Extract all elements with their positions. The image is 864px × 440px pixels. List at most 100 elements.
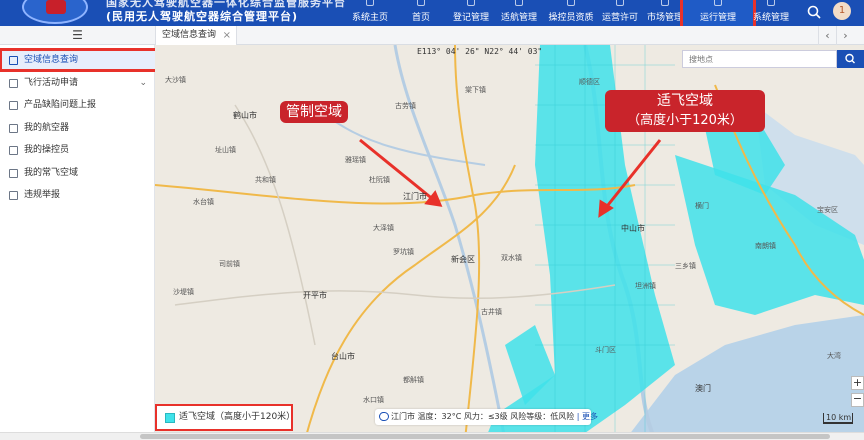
search-icon[interactable] [806,4,822,20]
weather-city: 江门市 [391,412,415,421]
platform-logo [22,0,88,24]
tab-scroll-left-icon[interactable]: ‹ [818,26,836,45]
place-label: 大泽镇 [373,224,394,232]
pilot-icon [9,146,18,155]
airworthiness-icon [515,0,523,6]
sidebar-item-violation-report[interactable]: 违规举报 [0,184,155,206]
close-icon[interactable]: × [223,26,231,45]
nav-label: 运行管理 [699,13,736,23]
nav-label: 登记管理 [452,13,489,23]
weather-bar: 江门市 温度：32°C 风力：≤3级 风险等级：低风险 | 更多 [375,409,598,425]
report-icon [9,101,18,110]
place-label: 澳门 [695,384,711,393]
nav-operation-license[interactable]: 运营许可 [598,0,642,26]
nav-market[interactable]: 市场管理 [645,0,685,26]
sidebar-item-defect-report[interactable]: 产品缺陷问题上报 [0,94,155,116]
map-search-box [682,50,837,68]
sidebar: 空域信息查询 飞行活动申请 ⌄ 产品缺陷问题上报 我的航空器 我的操控员 我的常… [0,45,171,440]
sidebar-item-label: 我的操控员 [24,145,70,155]
place-label: 南朗镇 [755,242,776,250]
qualification-icon [567,0,575,6]
zoom-out-button[interactable]: − [851,393,864,407]
place-label: 址山镇 [215,146,236,154]
sidebar-item-label: 我的航空器 [24,123,70,133]
nav-label: 运营许可 [601,13,638,23]
nav-airworthiness[interactable]: 适航管理 [496,0,542,26]
callout-suitable-airspace: 适飞空域 （高度小于120米） [605,90,765,132]
place-label: 水口镇 [363,396,384,404]
place-label: 斗门区 [595,346,616,354]
weather-more-link[interactable]: | 更多 [577,412,598,421]
nav-registration[interactable]: 登记管理 [447,0,495,26]
highway [304,164,516,440]
sidebar-item-my-airspace[interactable]: 我的常飞空域 [0,162,155,184]
nav-label: 适航管理 [500,13,537,23]
callout-controlled-airspace: 管制空域 [280,101,348,123]
nav-operation[interactable]: 运行管理 [680,0,756,29]
platform-subtitle: (民用无人驾驶航空器综合管理平台) [106,10,299,23]
nav-label: 系统管理 [752,13,789,23]
nav-label: 首页 [411,13,430,23]
place-label: 双水镇 [501,254,522,262]
place-label: 古劳镇 [395,102,416,110]
app-window: 国家无人驾驶航空器一体化综合监管服务平台 (民用无人驾驶航空器综合管理平台) 系… [0,0,864,440]
top-header: 国家无人驾驶航空器一体化综合监管服务平台 (民用无人驾驶航空器综合管理平台) 系… [0,0,864,29]
place-label: 水台镇 [193,198,214,206]
place-label: 鹤山市 [233,111,257,120]
place-label: 新会区 [451,255,475,264]
scale-bar: 10 km [823,413,853,424]
map-canvas[interactable]: E113° 04' 26" N22° 44' 03" 江门市 鹤山市 新会区 开… [155,45,864,440]
place-label: 古井镇 [481,308,502,316]
place-label: 台山市 [331,352,355,361]
horizontal-scrollbar[interactable] [0,432,864,440]
home-icon [366,0,374,6]
sidebar-item-airspace-query[interactable]: 空域信息查询 [0,48,171,72]
user-avatar[interactable]: 1 [833,2,851,20]
weather-wind: 风力：≤3级 [463,412,508,421]
sidebar-item-label: 空域信息查询 [24,55,79,65]
menu-toggle-icon[interactable]: ☰ [0,26,155,45]
legend-label: 适飞空域（高度小于120米） [179,412,296,422]
place-label: 共和镇 [255,176,276,184]
nav-system-admin[interactable]: 系统管理 [752,0,790,26]
operation-icon [714,0,722,6]
nav-system-home[interactable]: 系统主页 [345,0,395,26]
zoom-in-button[interactable]: + [851,376,864,390]
coordinate-readout: E113° 04' 26" N22° 44' 03" [417,47,543,56]
tab-airspace-query[interactable]: 空域信息查询 × [155,26,238,45]
map-legend: 适飞空域（高度小于120米） [155,404,296,431]
place-label: 横门 [695,202,709,210]
place-label: 都斛镇 [403,376,424,384]
place-label: 沙堤镇 [173,288,194,296]
place-label: 大沙镇 [165,76,186,84]
nav-label: 市场管理 [646,13,683,23]
place-label: 杜阮镇 [369,176,390,184]
sidebar-item-label: 我的常飞空域 [24,168,79,178]
nav-home[interactable]: 首页 [403,0,439,26]
sidebar-item-my-pilots[interactable]: 我的操控员 [0,139,155,161]
license-icon [616,0,624,6]
document-icon [9,79,18,88]
map-search-button[interactable] [837,50,864,68]
nav-label: 系统主页 [351,13,388,23]
registration-icon [467,0,475,6]
weather-temp: 温度：32°C [417,412,462,421]
place-label: 三乡镇 [675,262,696,270]
place-label: 宝安区 [817,206,838,214]
place-label: 中山市 [621,224,645,233]
place-label: 大湾 [827,352,841,360]
search-icon [845,53,855,64]
nav-pilot-qualification[interactable]: 操控员资质 [545,0,597,26]
tab-scroll-right-icon[interactable]: › [836,26,854,45]
settings-icon [767,0,775,6]
map-search-input[interactable] [683,51,836,67]
warning-icon [9,191,18,200]
sidebar-item-my-aircraft[interactable]: 我的航空器 [0,117,155,139]
sidebar-item-flight-application[interactable]: 飞行活动申请 ⌄ [0,72,155,94]
sidebar-item-label: 违规举报 [24,190,61,200]
road [174,284,616,306]
nav-label: 操控员资质 [548,13,594,23]
place-label: 开平市 [303,291,327,300]
scrollbar-thumb[interactable] [140,434,830,439]
place-label: 罗坑镇 [393,248,414,256]
